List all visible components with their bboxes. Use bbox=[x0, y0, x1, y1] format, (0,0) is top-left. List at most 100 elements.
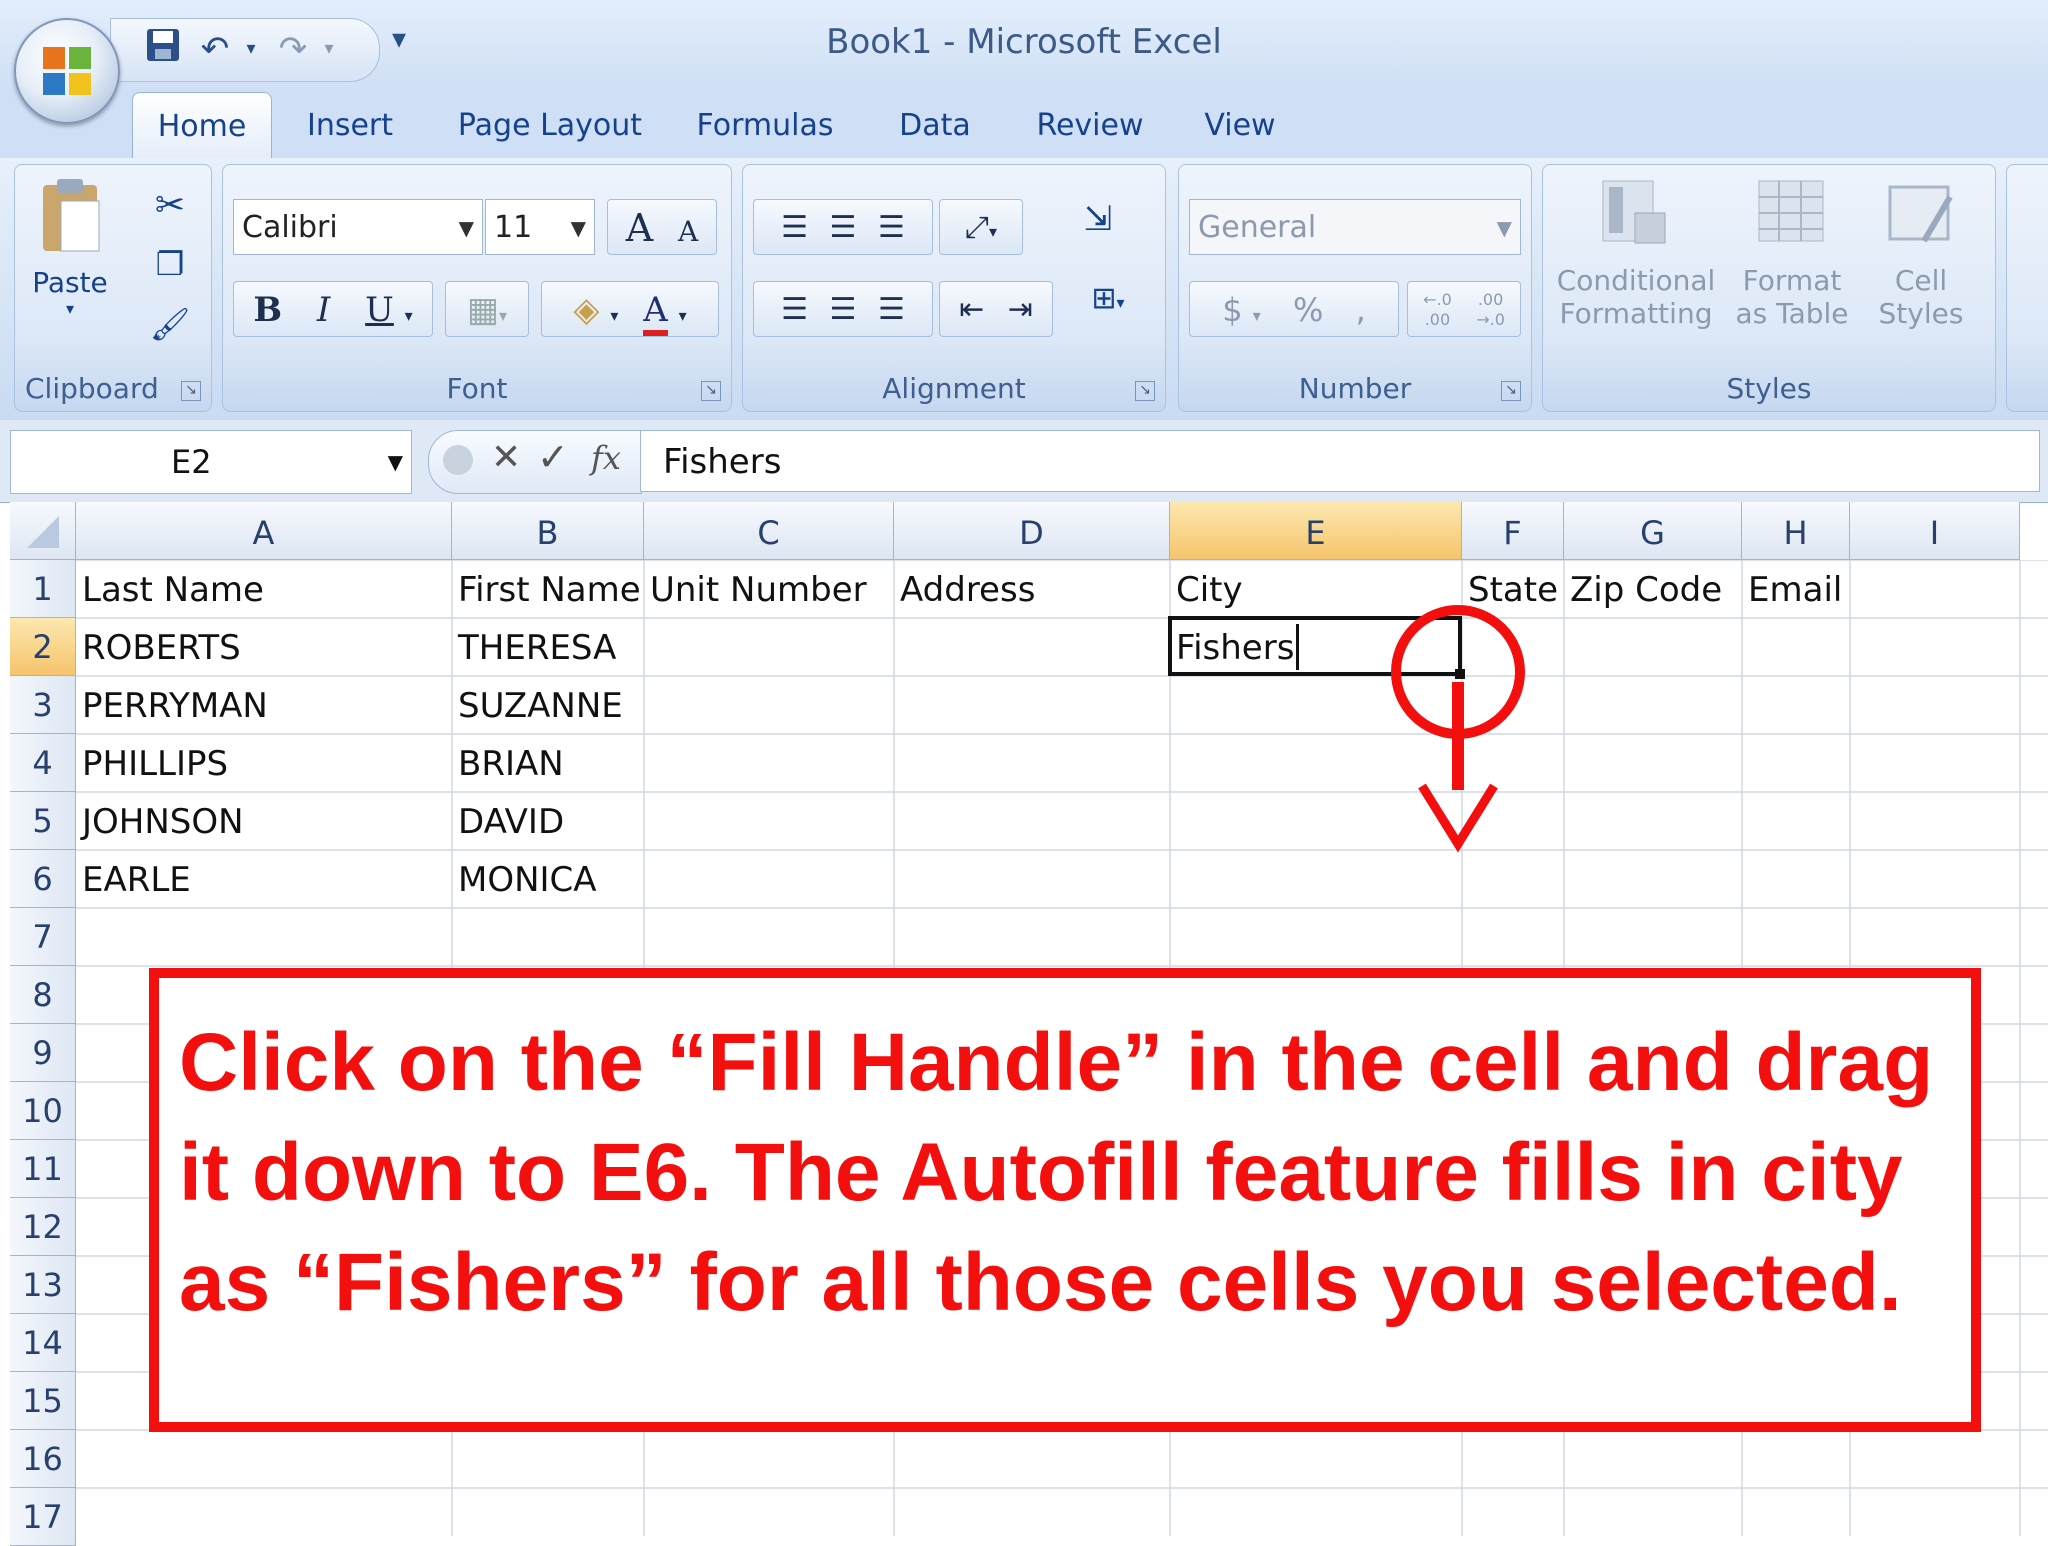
middle-align-icon[interactable]: ☰ bbox=[830, 210, 857, 245]
tab-data[interactable]: Data bbox=[880, 92, 990, 158]
insert-function-icon[interactable]: fx bbox=[591, 439, 621, 477]
tab-insert[interactable]: Insert bbox=[290, 92, 410, 158]
office-button[interactable] bbox=[14, 18, 120, 124]
customize-qat-icon[interactable]: ▾ bbox=[392, 22, 406, 55]
cell-b6[interactable]: MONICA bbox=[452, 850, 644, 908]
format-painter-icon[interactable]: 🖌 bbox=[145, 305, 195, 343]
cell-a3[interactable]: PERRYMAN bbox=[76, 676, 452, 734]
header-cell-a[interactable]: Last Name bbox=[76, 560, 452, 618]
cell-a2[interactable]: ROBERTS bbox=[76, 618, 452, 676]
alignment-launcher-icon[interactable]: ↘ bbox=[1135, 381, 1155, 401]
select-all-button[interactable] bbox=[10, 502, 76, 560]
row-header-10[interactable]: 10 bbox=[10, 1082, 76, 1140]
header-cell-g[interactable]: Zip Code bbox=[1564, 560, 1742, 618]
cancel-icon[interactable]: ✕ bbox=[491, 437, 521, 478]
name-box-dropdown-icon[interactable]: ▼ bbox=[388, 431, 403, 493]
cell-b3[interactable]: SUZANNE bbox=[452, 676, 644, 734]
tab-review[interactable]: Review bbox=[1030, 92, 1150, 158]
fill-color-icon[interactable]: ◈ bbox=[573, 290, 599, 330]
row-header-17[interactable]: 17 bbox=[10, 1488, 76, 1546]
header-cell-h[interactable]: Email bbox=[1742, 560, 1850, 618]
font-color-dropdown-icon[interactable]: ▾ bbox=[679, 306, 687, 325]
merge-center-icon[interactable]: ⊞▾ bbox=[1073, 281, 1143, 316]
italic-button[interactable]: I bbox=[317, 290, 330, 330]
row-header-5[interactable]: 5 bbox=[10, 792, 76, 850]
underline-button[interactable]: U bbox=[365, 290, 394, 330]
save-icon[interactable] bbox=[141, 27, 185, 71]
font-color-icon[interactable]: A bbox=[643, 290, 668, 336]
decrease-indent-icon[interactable]: ⇤ bbox=[959, 292, 984, 327]
row-header-6[interactable]: 6 bbox=[10, 850, 76, 908]
tab-formulas[interactable]: Formulas bbox=[690, 92, 840, 158]
column-header-g[interactable]: G bbox=[1564, 502, 1742, 560]
expand-handle-icon[interactable] bbox=[443, 445, 473, 475]
row-header-12[interactable]: 12 bbox=[10, 1198, 76, 1256]
row-header-13[interactable]: 13 bbox=[10, 1256, 76, 1314]
clipboard-launcher-icon[interactable]: ↘ bbox=[181, 381, 201, 401]
cell-a6[interactable]: EARLE bbox=[76, 850, 452, 908]
row-header-8[interactable]: 8 bbox=[10, 966, 76, 1024]
enter-icon[interactable]: ✓ bbox=[537, 435, 569, 479]
copy-icon[interactable]: ❐ bbox=[145, 245, 195, 283]
name-box[interactable]: E2 ▼ bbox=[10, 430, 412, 494]
column-header-d[interactable]: D bbox=[894, 502, 1170, 560]
increase-decimal-button[interactable]: ←.0 .00 bbox=[1413, 290, 1461, 330]
comma-button[interactable]: , bbox=[1356, 291, 1366, 329]
tab-view[interactable]: View bbox=[1190, 92, 1290, 158]
percent-button[interactable]: % bbox=[1293, 291, 1323, 329]
row-header-14[interactable]: 14 bbox=[10, 1314, 76, 1372]
row-header-7[interactable]: 7 bbox=[10, 908, 76, 966]
column-header-e[interactable]: E bbox=[1170, 502, 1462, 560]
top-align-icon[interactable]: ☰ bbox=[781, 210, 808, 245]
font-launcher-icon[interactable]: ↘ bbox=[701, 381, 721, 401]
format-as-table-button[interactable]: Format as Table bbox=[1727, 177, 1857, 330]
borders-button[interactable]: ▦▾ bbox=[445, 281, 529, 337]
underline-dropdown-icon[interactable]: ▾ bbox=[405, 306, 413, 325]
paste-button[interactable]: Paste ▾ bbox=[25, 175, 115, 365]
formula-input[interactable]: Fishers bbox=[640, 430, 2040, 492]
row-header-3[interactable]: 3 bbox=[10, 676, 76, 734]
bold-button[interactable]: B bbox=[253, 290, 282, 330]
font-size-select[interactable]: 11 ▼ bbox=[485, 199, 595, 255]
redo-dropdown-icon[interactable]: ▾ bbox=[307, 27, 351, 71]
header-cell-c[interactable]: Unit Number bbox=[644, 560, 894, 618]
column-header-h[interactable]: H bbox=[1742, 502, 1850, 560]
align-left-icon[interactable]: ☰ bbox=[781, 292, 808, 327]
center-icon[interactable]: ☰ bbox=[830, 292, 857, 327]
row-header-15[interactable]: 15 bbox=[10, 1372, 76, 1430]
increase-indent-icon[interactable]: ⇥ bbox=[1008, 292, 1033, 327]
cell-b4[interactable]: BRIAN bbox=[452, 734, 644, 792]
number-format-select[interactable]: General ▼ bbox=[1189, 199, 1521, 255]
column-header-c[interactable]: C bbox=[644, 502, 894, 560]
cell-styles-button[interactable]: Cell Styles bbox=[1861, 177, 1981, 330]
cell-a4[interactable]: PHILLIPS bbox=[76, 734, 452, 792]
currency-dropdown-icon[interactable]: ▾ bbox=[1253, 306, 1261, 325]
font-name-select[interactable]: Calibri ▼ bbox=[233, 199, 483, 255]
undo-dropdown-icon[interactable]: ▾ bbox=[229, 27, 273, 71]
row-header-16[interactable]: 16 bbox=[10, 1430, 76, 1488]
column-header-b[interactable]: B bbox=[452, 502, 644, 560]
orientation-button[interactable]: ⤢▾ bbox=[939, 199, 1023, 255]
column-header-a[interactable]: A bbox=[76, 502, 452, 560]
bottom-align-icon[interactable]: ☰ bbox=[878, 210, 905, 245]
grow-font-icon[interactable]: A bbox=[626, 206, 653, 250]
conditional-formatting-button[interactable]: Conditional Formatting bbox=[1551, 177, 1721, 330]
cell-b5[interactable]: DAVID bbox=[452, 792, 644, 850]
cut-icon[interactable]: ✂ bbox=[145, 185, 195, 226]
wrap-text-icon[interactable]: ⇲ bbox=[1073, 199, 1123, 239]
row-header-2[interactable]: 2 bbox=[10, 618, 76, 676]
cell-a5[interactable]: JOHNSON bbox=[76, 792, 452, 850]
column-header-f[interactable]: F bbox=[1462, 502, 1564, 560]
fill-color-dropdown-icon[interactable]: ▾ bbox=[610, 306, 618, 325]
row-header-11[interactable]: 11 bbox=[10, 1140, 76, 1198]
header-cell-b[interactable]: First Name bbox=[452, 560, 644, 618]
shrink-font-icon[interactable]: A bbox=[678, 215, 698, 248]
align-right-icon[interactable]: ☰ bbox=[878, 292, 905, 327]
number-launcher-icon[interactable]: ↘ bbox=[1501, 381, 1521, 401]
row-header-1[interactable]: 1 bbox=[10, 560, 76, 618]
tab-page-layout[interactable]: Page Layout bbox=[450, 92, 650, 158]
row-header-4[interactable]: 4 bbox=[10, 734, 76, 792]
currency-button[interactable]: $ bbox=[1222, 291, 1242, 329]
tab-home[interactable]: Home bbox=[132, 92, 272, 159]
row-header-9[interactable]: 9 bbox=[10, 1024, 76, 1082]
